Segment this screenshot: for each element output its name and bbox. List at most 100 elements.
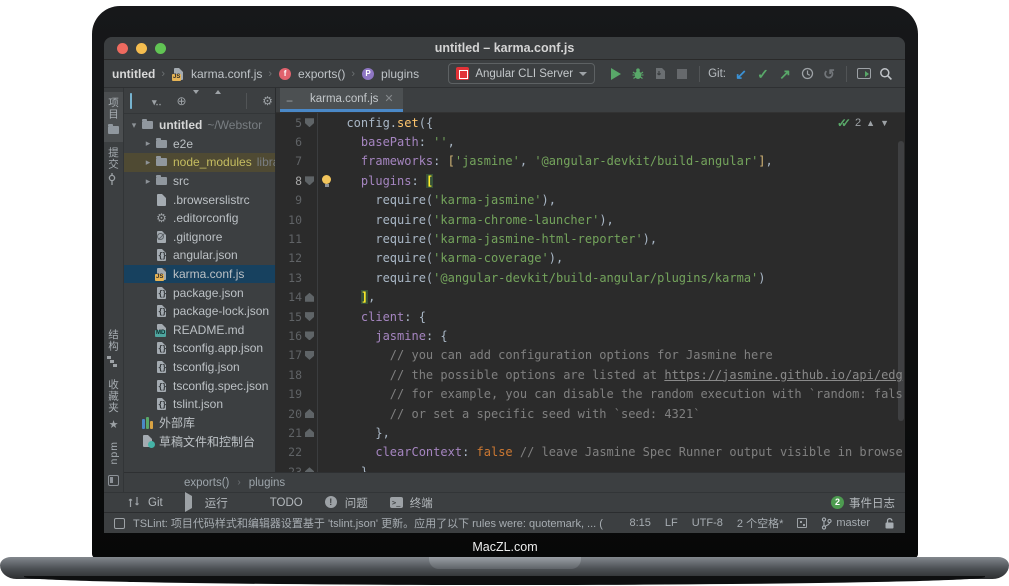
code-line[interactable]: 16 jasmine: { bbox=[276, 326, 905, 345]
breadcrumb-item-plugins[interactable]: plugins bbox=[249, 477, 285, 489]
settings-button[interactable]: ⚙ bbox=[260, 94, 275, 108]
update-project-button[interactable]: ↙ bbox=[730, 63, 752, 85]
code-style-widget[interactable] bbox=[797, 518, 807, 528]
tool-window-button-运行[interactable]: 运行 bbox=[185, 495, 228, 511]
collapse-all-button[interactable] bbox=[218, 92, 233, 109]
breadcrumb-item-exports[interactable]: fexports() bbox=[278, 67, 345, 81]
commit-button[interactable]: ✓ bbox=[752, 63, 774, 85]
fold-end-icon[interactable] bbox=[305, 293, 314, 302]
code-line[interactable]: 14 ], bbox=[276, 288, 905, 307]
close-icon[interactable]: ✕ bbox=[384, 92, 393, 105]
file-encoding[interactable]: UTF-8 bbox=[692, 517, 723, 529]
tree-item-外部库[interactable]: 外部库 bbox=[124, 414, 275, 433]
tree-item-tsconfig-spec-json[interactable]: {}tsconfig.spec.json bbox=[124, 376, 275, 395]
fold-collapse-icon[interactable] bbox=[305, 312, 314, 321]
search-everywhere-button[interactable] bbox=[875, 63, 897, 85]
stop-button[interactable] bbox=[671, 63, 693, 85]
view-options-button[interactable]: ▾‥ bbox=[152, 94, 167, 108]
sidebar-item-项目[interactable]: 项目 bbox=[104, 92, 123, 142]
run-with-coverage-button[interactable] bbox=[649, 63, 671, 85]
sidebar-item-收藏夹[interactable]: 收藏夹★ bbox=[104, 374, 123, 436]
tree-item-karma-conf-js[interactable]: JSkarma.conf.js bbox=[124, 265, 275, 284]
tree-item-tsconfig-json[interactable]: {}tsconfig.json bbox=[124, 358, 275, 377]
view-selector-button[interactable] bbox=[130, 94, 145, 108]
breadcrumb-item-karma-conf-js[interactable]: JSkarma.conf.js bbox=[171, 67, 262, 81]
chevron-right-icon[interactable]: ▸ bbox=[142, 138, 154, 149]
chevron-right-icon[interactable]: ▸ bbox=[142, 176, 154, 187]
code-line[interactable]: 20 // or set a specific seed with `seed:… bbox=[276, 404, 905, 423]
fold-end-icon[interactable] bbox=[305, 428, 314, 437]
git-branch-widget[interactable]: master bbox=[821, 517, 870, 530]
code-line[interactable]: 8 plugins: [ bbox=[276, 171, 905, 190]
code-line[interactable]: 11 require('karma-jasmine-html-reporter'… bbox=[276, 229, 905, 248]
tool-window-button-终端[interactable]: >_终端 bbox=[390, 495, 433, 511]
code-line[interactable]: 6 basePath: '', bbox=[276, 132, 905, 151]
tree-item-gitignore[interactable]: .gitignore bbox=[124, 228, 275, 247]
preview-running-app-button[interactable] bbox=[853, 63, 875, 85]
fold-collapse-icon[interactable] bbox=[305, 331, 314, 340]
chevron-down-icon[interactable]: ▾ bbox=[128, 120, 140, 131]
tree-item-tslint-json[interactable]: {}tslint.json bbox=[124, 395, 275, 414]
tool-window-button-git[interactable]: Git bbox=[128, 495, 163, 511]
run-button[interactable] bbox=[605, 63, 627, 85]
sidebar-item-结构[interactable]: 结构 bbox=[104, 324, 123, 374]
code-line[interactable]: 5 config.set({ bbox=[276, 113, 905, 132]
line-separator[interactable]: LF bbox=[665, 517, 678, 529]
code-editor[interactable]: ✓✓ 2 ▲ ▼ 5 config.set({6 basePath: '',7 … bbox=[276, 113, 905, 472]
code-line[interactable]: 18 // the possible options are listed at… bbox=[276, 365, 905, 384]
debug-button[interactable] bbox=[627, 63, 649, 85]
code-line[interactable]: 23 }, bbox=[276, 462, 905, 472]
chevron-right-icon[interactable]: ▸ bbox=[142, 157, 154, 168]
history-button[interactable] bbox=[796, 63, 818, 85]
tree-item-package-lock-json[interactable]: {}package-lock.json bbox=[124, 302, 275, 321]
breadcrumb-item-untitled[interactable]: untitled bbox=[112, 67, 155, 81]
run-configuration-select[interactable]: Angular CLI Server bbox=[448, 63, 595, 84]
code-line[interactable]: 17 // you can add configuration options … bbox=[276, 346, 905, 365]
caret-position[interactable]: 8:15 bbox=[629, 517, 650, 529]
tree-item-src[interactable]: ▸src bbox=[124, 172, 275, 191]
tree-item-readme-md[interactable]: MDREADME.md bbox=[124, 321, 275, 340]
rollback-button[interactable]: ↺ bbox=[818, 63, 840, 85]
tree-item-browserslistrc[interactable]: .browserslistrc bbox=[124, 190, 275, 209]
fold-collapse-icon[interactable] bbox=[305, 118, 314, 127]
code-line[interactable]: 10 require('karma-chrome-launcher'), bbox=[276, 210, 905, 229]
code-line[interactable]: 15 client: { bbox=[276, 307, 905, 326]
code-line[interactable]: 13 require('@angular-devkit/build-angula… bbox=[276, 268, 905, 287]
code-line[interactable]: 21 }, bbox=[276, 423, 905, 442]
code-line[interactable]: 19 // for example, you can disable the r… bbox=[276, 384, 905, 403]
tree-item-editorconfig[interactable]: ⚙.editorconfig bbox=[124, 209, 275, 228]
breadcrumb-item-exports[interactable]: exports() bbox=[184, 477, 229, 489]
fold-end-icon[interactable] bbox=[305, 467, 314, 472]
sidebar-item-提交[interactable]: 提交 bbox=[104, 142, 123, 192]
tool-window-button-todo[interactable]: TODO bbox=[250, 495, 303, 511]
expand-all-button[interactable] bbox=[196, 92, 211, 109]
write-access-toggle[interactable] bbox=[884, 517, 895, 530]
tree-item-tsconfig-app-json[interactable]: {}tsconfig.app.json bbox=[124, 339, 275, 358]
editor-tab-karma-conf-js[interactable]: karma.conf.js ✕ bbox=[280, 88, 403, 112]
code-line[interactable]: 22 clearContext: false // leave Jasmine … bbox=[276, 443, 905, 462]
fold-collapse-icon[interactable] bbox=[305, 351, 314, 360]
tree-item-angular-json[interactable]: {}angular.json bbox=[124, 246, 275, 265]
push-button[interactable]: ↗ bbox=[774, 63, 796, 85]
event-log-button[interactable]: 2 事件日志 bbox=[831, 495, 895, 511]
tree-item-package-json[interactable]: {}package.json bbox=[124, 283, 275, 302]
tree-item-草稿文件和控制台[interactable]: 草稿文件和控制台 bbox=[124, 432, 275, 451]
sidebar-item-npm[interactable]: npm bbox=[104, 436, 123, 469]
tool-window-button-问题[interactable]: !问题 bbox=[325, 495, 368, 511]
tree-item-node-modules[interactable]: ▸node_moduleslibrary root bbox=[124, 153, 275, 172]
tool-window-button-label: 终端 bbox=[410, 495, 433, 511]
tool-window-switcher-icon[interactable] bbox=[108, 475, 119, 486]
fold-end-icon[interactable] bbox=[305, 409, 314, 418]
breadcrumb-item-plugins[interactable]: Pplugins bbox=[361, 67, 419, 81]
tree-item-e2e[interactable]: ▸e2e bbox=[124, 135, 275, 154]
indent-setting[interactable]: 2 个空格* bbox=[737, 515, 783, 531]
code-line[interactable]: 7 frameworks: ['jasmine', '@angular-devk… bbox=[276, 152, 905, 171]
fold-collapse-icon[interactable] bbox=[305, 176, 314, 185]
stop-icon bbox=[677, 69, 687, 79]
code-line[interactable]: 12 require('karma-coverage'), bbox=[276, 249, 905, 268]
locate-file-button[interactable]: ⊕ bbox=[174, 94, 189, 108]
crumb-separator: › bbox=[350, 68, 356, 80]
code-line[interactable]: 9 require('karma-jasmine'), bbox=[276, 191, 905, 210]
tree-item-untitled[interactable]: ▾untitled~/Webstor bbox=[124, 116, 275, 135]
status-message[interactable]: TSLint: 项目代码样式和编辑器设置基于 'tslint.json' 更新。… bbox=[133, 515, 603, 531]
